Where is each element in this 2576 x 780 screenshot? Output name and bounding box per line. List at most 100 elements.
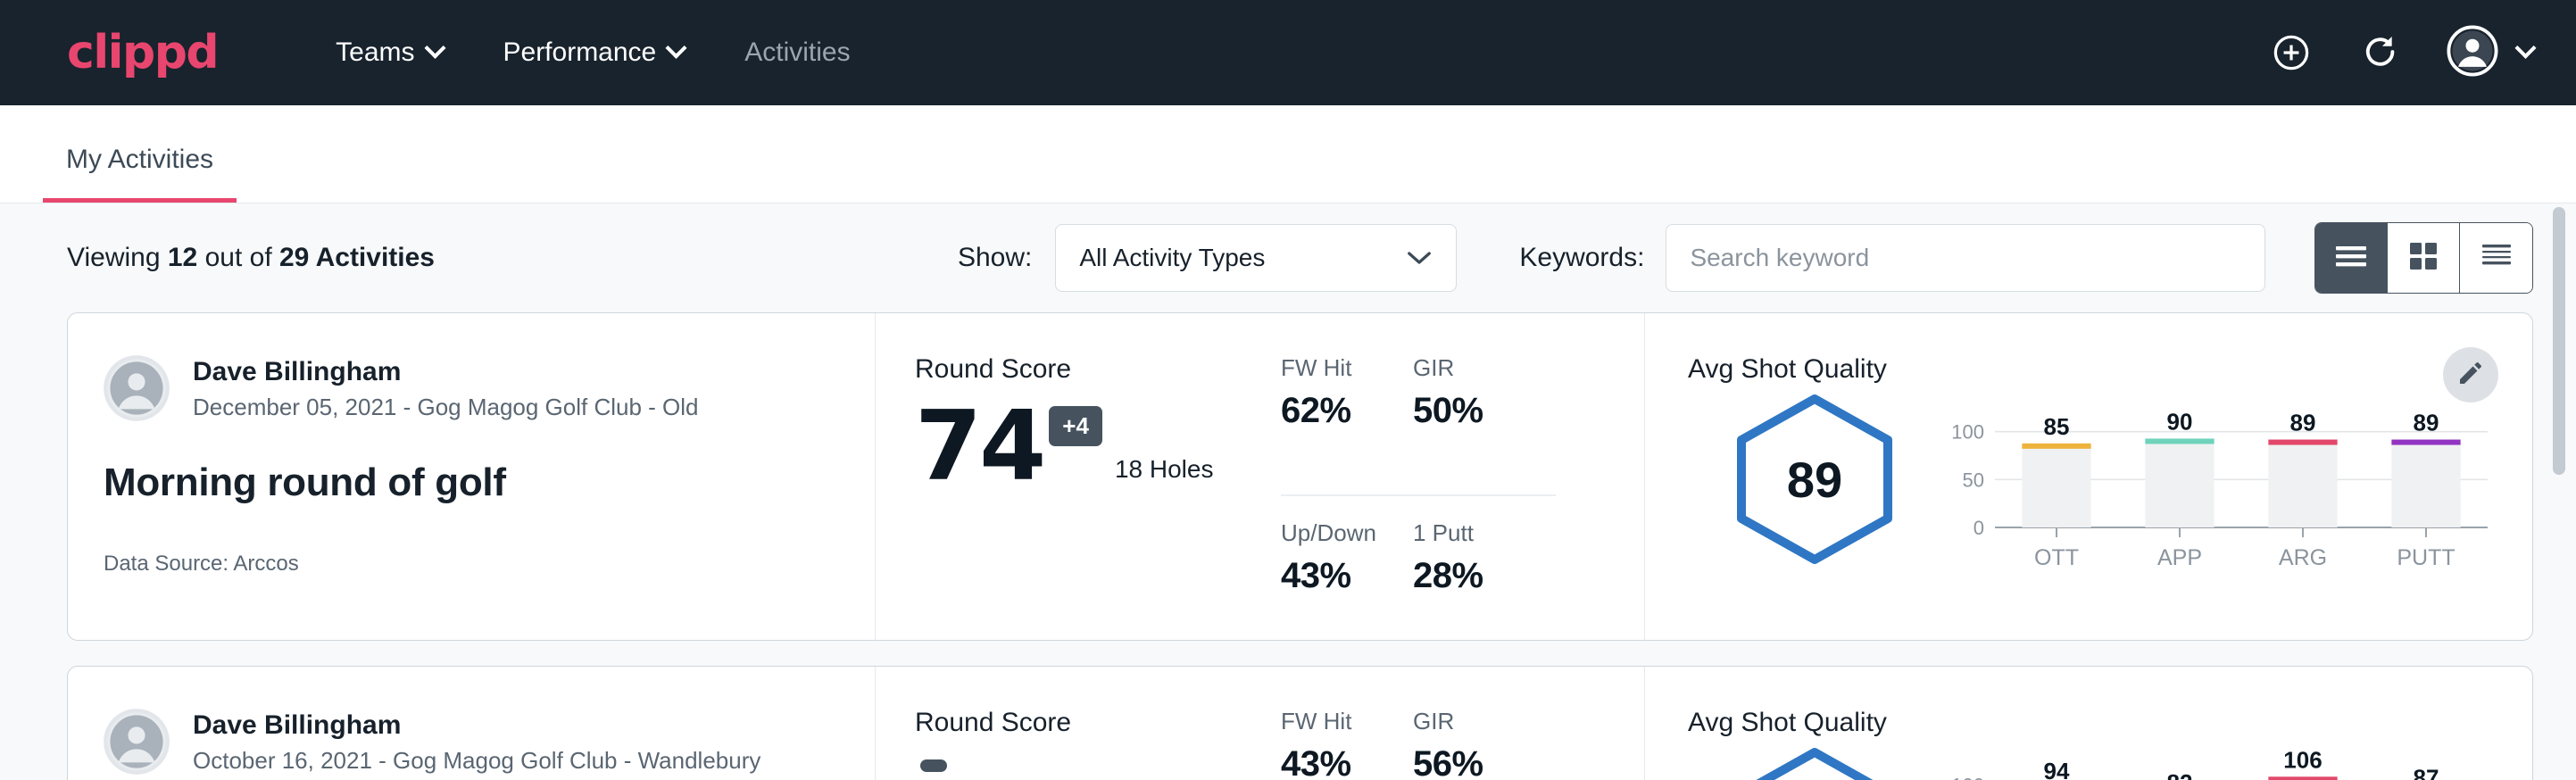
viewing-prefix: Viewing <box>67 243 161 272</box>
activity-title: Morning round of golf <box>104 461 839 505</box>
avg-shot-quality-body: 89 05010085OTT90APP89ARG89PUTT <box>1688 392 2497 600</box>
tab-my-activities-label: My Activities <box>66 145 213 174</box>
activity-data-source: Data Source: Arccos <box>104 552 839 577</box>
account-menu[interactable] <box>2447 25 2533 81</box>
chevron-down-icon <box>1406 244 1433 272</box>
svg-text:106: 106 <box>2283 746 2322 773</box>
scrollbar-thumb[interactable] <box>2553 207 2565 475</box>
svg-text:PUTT: PUTT <box>2397 545 2455 570</box>
activity-meta: December 05, 2021 - Gog Magog Golf Club … <box>193 391 699 423</box>
svg-text:OTT: OTT <box>2034 545 2079 570</box>
activity-card-summary: Dave Billingham October 16, 2021 - Gog M… <box>68 667 876 780</box>
activity-meta: October 16, 2021 - Gog Magog Golf Club -… <box>193 744 760 776</box>
view-mode-compact-button[interactable] <box>2460 223 2532 293</box>
tab-my-activities[interactable]: My Activities <box>43 145 237 203</box>
viewing-summary: Viewing 12 out of 29 Activities <box>67 243 435 273</box>
activity-card[interactable]: Dave Billingham December 05, 2021 - Gog … <box>67 312 2533 641</box>
svg-text:94: 94 <box>2044 758 2070 780</box>
shot-quality-bar-chart: 05010085OTT90APP89ARG89PUTT <box>1940 392 2493 600</box>
viewing-total: 29 Activities <box>279 243 435 272</box>
shot-quality-bar-chart: 05010094OTT82APP106ARG87PUTT <box>1940 745 2493 780</box>
activity-list: Dave Billingham December 05, 2021 - Gog … <box>0 312 2576 780</box>
svg-text:APP: APP <box>2157 545 2202 570</box>
round-score-delta-badge <box>920 759 947 772</box>
svg-text:0: 0 <box>1974 517 1984 539</box>
stat-fw-hit: FW Hit 43% <box>1281 708 1413 780</box>
refresh-icon[interactable] <box>2357 29 2404 76</box>
nav-item-teams[interactable]: Teams <box>305 37 472 68</box>
stat-up-down: Up/Down 43% <box>1281 496 1413 640</box>
view-mode-toggle-group <box>2314 222 2533 294</box>
nav-item-activities-label: Activities <box>744 37 850 68</box>
chevron-down-icon <box>666 37 687 58</box>
stat-label: FW Hit <box>1281 354 1390 382</box>
clippd-logo[interactable]: clippd <box>67 26 218 79</box>
stat-value: 28% <box>1413 556 1533 596</box>
nav-item-performance[interactable]: Performance <box>473 37 715 68</box>
tab-strip: My Activities <box>0 105 2576 203</box>
stat-label: GIR <box>1413 708 1533 735</box>
compact-view-icon <box>2479 240 2514 277</box>
avg-shot-quality-body: 05010094OTT82APP106ARG87PUTT <box>1688 745 2497 780</box>
stat-label: FW Hit <box>1281 708 1390 735</box>
activity-card-shot-quality: Avg Shot Quality 89 05010085OTT90APP89AR… <box>1645 313 2532 640</box>
svg-text:50: 50 <box>1963 469 1984 491</box>
round-score-row: 74 +4 18 Holes <box>915 402 1272 491</box>
page-scrollbar[interactable] <box>2553 0 2565 780</box>
chevron-down-icon <box>424 37 445 58</box>
round-score-label: Round Score <box>915 354 1272 385</box>
activity-card-scores: Round Score 74 +4 18 Holes FW Hit 62% GI… <box>876 313 1645 640</box>
viewing-middle: out of <box>205 243 272 272</box>
view-mode-list-button[interactable] <box>2315 223 2388 293</box>
player-name: Dave Billingham <box>193 354 699 391</box>
activity-card[interactable]: Dave Billingham October 16, 2021 - Gog M… <box>67 666 2533 780</box>
viewing-count: 12 <box>168 243 197 272</box>
keywords-label: Keywords: <box>1519 243 1644 273</box>
round-score-row <box>915 756 1272 772</box>
stat-gir: GIR 56% <box>1413 708 1556 780</box>
avg-shot-quality-label: Avg Shot Quality <box>1688 708 2497 738</box>
round-score-block: Round Score <box>915 708 1272 780</box>
show-label: Show: <box>958 243 1032 273</box>
grid-view-icon <box>2406 238 2441 278</box>
stat-value: 43% <box>1281 556 1390 596</box>
pencil-icon <box>2456 359 2485 392</box>
filter-bar: Viewing 12 out of 29 Activities Show: Al… <box>0 203 2576 312</box>
round-score-label: Round Score <box>915 708 1272 738</box>
edit-activity-button[interactable] <box>2443 347 2498 402</box>
activity-type-select[interactable]: All Activity Types <box>1055 224 1457 292</box>
stat-value: 62% <box>1281 391 1390 431</box>
round-stats-grid: FW Hit 62% GIR 50% Up/Down 43% 1 Putt 28… <box>1281 354 1556 640</box>
account-avatar-icon <box>2447 25 2498 81</box>
show-filter-group: Show: All Activity Types <box>958 224 1457 292</box>
nav-item-performance-label: Performance <box>503 37 657 68</box>
svg-text:90: 90 <box>2167 408 2193 435</box>
svg-text:85: 85 <box>2044 413 2070 440</box>
nav-item-teams-label: Teams <box>336 37 414 68</box>
avg-shot-quality-value: 89 <box>1725 392 1904 567</box>
player-name: Dave Billingham <box>193 708 760 744</box>
player-text-block: Dave Billingham December 05, 2021 - Gog … <box>193 354 699 423</box>
svg-text:87: 87 <box>2414 765 2439 780</box>
search-input[interactable] <box>1666 224 2265 292</box>
plus-circle-icon[interactable] <box>2268 29 2314 76</box>
view-mode-grid-button[interactable] <box>2388 223 2460 293</box>
stat-gir: GIR 50% <box>1413 354 1556 496</box>
round-score-delta-badge: +4 <box>1049 406 1102 446</box>
avg-shot-quality-label: Avg Shot Quality <box>1688 354 2497 385</box>
svg-text:89: 89 <box>2414 410 2439 436</box>
activity-type-select-value: All Activity Types <box>1079 244 1265 272</box>
top-navigation-bar: clippd Teams Performance Activities <box>0 0 2576 105</box>
activity-list-scroll-area: Dave Billingham December 05, 2021 - Gog … <box>0 312 2576 780</box>
nav-item-activities[interactable]: Activities <box>714 37 880 68</box>
avatar <box>104 355 170 421</box>
round-stats-grid: FW Hit 43% GIR 56% <box>1281 708 1556 780</box>
list-view-icon <box>2332 241 2370 276</box>
chevron-down-icon <box>2514 37 2536 58</box>
player-identity: Dave Billingham October 16, 2021 - Gog M… <box>104 708 839 776</box>
stat-value: 56% <box>1413 744 1533 780</box>
stat-1-putt: 1 Putt 28% <box>1413 496 1556 640</box>
player-identity: Dave Billingham December 05, 2021 - Gog … <box>104 354 839 423</box>
stat-label: Up/Down <box>1281 519 1390 547</box>
round-score-value: 74 <box>915 402 1043 491</box>
